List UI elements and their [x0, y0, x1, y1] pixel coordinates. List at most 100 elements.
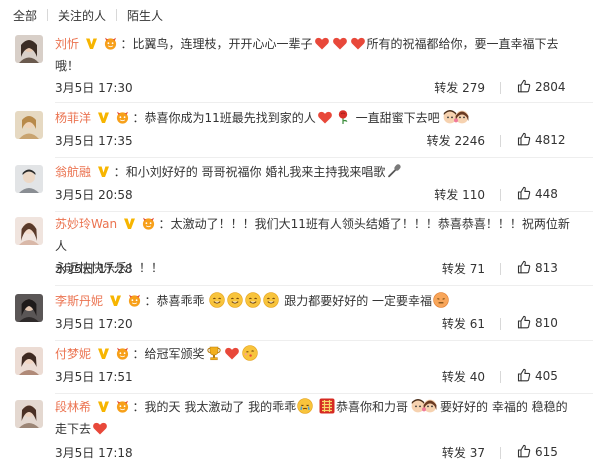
- heart-icon: [92, 420, 108, 436]
- comment-item: 付梦妮 ：给冠军颁奖 3月5日 17:51 转发 40 405: [0, 343, 593, 394]
- like-button[interactable]: 2804: [517, 79, 575, 94]
- double-happiness-icon: [319, 398, 335, 414]
- comment-text: 恭喜你成为11班最先找到家的人: [144, 111, 316, 125]
- divider: [55, 340, 593, 341]
- smile-icon: [245, 292, 261, 308]
- like-count: 2804: [535, 80, 566, 94]
- like-count: 4812: [535, 133, 566, 147]
- comment-item: 刘忻 ：比翼鸟，连理枝，开开心心一辈子 所有的祝福都给你，要一直幸福下去 哦！ 3…: [0, 33, 593, 103]
- forward-button[interactable]: 转发 40: [442, 368, 485, 385]
- smile-icon: [227, 292, 243, 308]
- comment-text: 给冠军颁奖: [144, 347, 205, 361]
- verified-badge-icon: [109, 294, 122, 307]
- comment-time: 3月5日 17:28: [55, 262, 133, 276]
- comment-item: 李斯丹妮 ：恭喜乖乖 跟力都要好好的 一定要幸福 3月5日 17:20 转发 6…: [0, 290, 593, 341]
- commenter-name[interactable]: 杨菲洋: [55, 111, 91, 125]
- tab-divider: [116, 9, 118, 21]
- like-count: 813: [535, 261, 558, 275]
- like-button[interactable]: 813: [517, 260, 575, 275]
- avatar[interactable]: [15, 400, 43, 428]
- avatar[interactable]: [15, 347, 43, 375]
- heart-icon: [224, 345, 240, 361]
- comment-colon: ：: [144, 294, 157, 308]
- like-button[interactable]: 810: [517, 315, 575, 330]
- comment-text: 比翼鸟，连理枝，开开心心一辈子: [132, 37, 313, 51]
- commenter-name[interactable]: 刘忻: [55, 37, 79, 51]
- verified-badge-icon: [85, 37, 98, 50]
- vip-badge-icon: [116, 111, 129, 124]
- vip-badge-icon: [104, 37, 117, 50]
- rose-icon: [335, 109, 351, 125]
- thumbs-up-icon: [517, 315, 531, 329]
- verified-badge-icon: [97, 400, 110, 413]
- comment-colon: ：: [120, 37, 133, 51]
- divider: [55, 102, 593, 103]
- smile-icon: [209, 292, 225, 308]
- heart-icon: [332, 35, 348, 51]
- heart-icon: [350, 35, 366, 51]
- vip-badge-icon: [128, 294, 141, 307]
- comment-time: 3月5日 17:30: [55, 81, 133, 95]
- avatar[interactable]: [15, 294, 43, 322]
- smile-icon: [263, 292, 279, 308]
- like-button[interactable]: 405: [517, 368, 575, 383]
- action-divider: [500, 82, 501, 94]
- comment-text: 恭喜你和力哥: [335, 400, 408, 414]
- comment-time: 3月5日 17:20: [55, 317, 133, 331]
- vip-badge-icon: [116, 400, 129, 413]
- action-divider: [500, 371, 501, 383]
- action-divider: [500, 189, 501, 201]
- thumbs-up-icon: [517, 186, 531, 200]
- comment-time: 3月5日 17:35: [55, 134, 133, 148]
- tab-strangers[interactable]: 陌生人: [127, 7, 163, 24]
- comment-text: 走下去: [55, 422, 92, 436]
- pout-icon: [433, 292, 449, 308]
- like-button[interactable]: 448: [517, 186, 575, 201]
- cry-icon: [297, 398, 313, 414]
- couple-icon: [409, 398, 439, 414]
- commenter-name[interactable]: 翁航融: [55, 165, 91, 179]
- tab-followed[interactable]: 关注的人: [58, 7, 106, 24]
- forward-button[interactable]: 转发 2246: [427, 132, 485, 149]
- like-count: 615: [535, 445, 558, 459]
- thumbs-up-icon: [517, 368, 531, 382]
- avatar[interactable]: [15, 165, 43, 193]
- avatar[interactable]: [15, 35, 43, 63]
- divider: [55, 393, 593, 394]
- commenter-name[interactable]: 付梦妮: [55, 347, 91, 361]
- commenter-name[interactable]: 李斯丹妮: [55, 294, 103, 308]
- forward-button[interactable]: 转发 279: [434, 79, 485, 96]
- comment-time: 3月5日 20:58: [55, 188, 133, 202]
- comment-time: 3月5日 17:51: [55, 370, 133, 384]
- comment-colon: ：: [132, 400, 145, 414]
- thumbs-up-icon: [517, 132, 531, 146]
- comment-item: 苏妙玲Wan ：太激动了！！！我们大11班有人领头结婚了！！！恭喜恭喜！！！祝两…: [0, 213, 593, 286]
- vip-badge-icon: [142, 217, 155, 230]
- forward-button[interactable]: 转发 110: [434, 186, 485, 203]
- verified-badge-icon: [97, 111, 110, 124]
- like-count: 448: [535, 187, 558, 201]
- heart-icon: [317, 109, 333, 125]
- vip-badge-icon: [116, 347, 129, 360]
- tab-all[interactable]: 全部: [13, 7, 37, 24]
- avatar[interactable]: [15, 111, 43, 139]
- forward-button[interactable]: 转发 61: [442, 315, 485, 332]
- action-divider: [500, 447, 501, 459]
- like-button[interactable]: 4812: [517, 132, 575, 147]
- comment-text: 我的天 我太激动了 我的乖乖: [144, 400, 297, 414]
- comment-text: 所有的祝福都给你，要一直幸福下去: [366, 37, 559, 51]
- action-divider: [500, 135, 501, 147]
- like-count: 810: [535, 316, 558, 330]
- like-button[interactable]: 615: [517, 444, 575, 459]
- forward-button[interactable]: 转发 71: [442, 260, 485, 277]
- kiss-icon: [242, 345, 258, 361]
- avatar[interactable]: [15, 217, 43, 245]
- commenter-name[interactable]: 段林希: [55, 400, 91, 414]
- commenter-name[interactable]: 苏妙玲Wan: [55, 217, 117, 231]
- comment-item: 段林希 ：我的天 我太激动了 我的乖乖 恭喜你和力哥 要好好的 幸福的 稳稳的 走…: [0, 396, 593, 466]
- comment-text: 恭喜乖乖: [156, 294, 205, 308]
- comment-item: 杨菲洋 ：恭喜你成为11班最先找到家的人 一直甜蜜下去吧 3月5日 17:35 …: [0, 107, 593, 158]
- heart-icon: [314, 35, 330, 51]
- couple-icon: [441, 109, 471, 125]
- forward-button[interactable]: 转发 37: [442, 444, 485, 461]
